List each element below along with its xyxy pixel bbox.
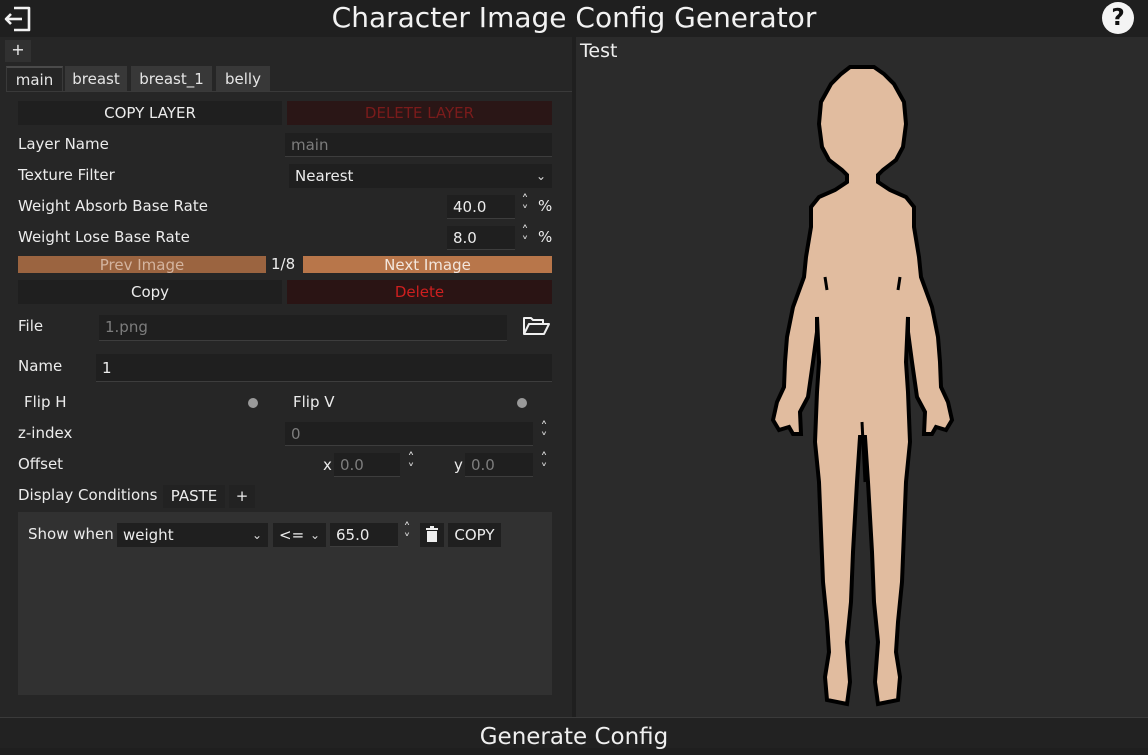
- copy-image-button[interactable]: Copy: [18, 280, 282, 304]
- help-button[interactable]: ?: [1102, 2, 1134, 34]
- texture-filter-select[interactable]: Nearest ⌄: [289, 164, 552, 188]
- absorb-rate-label: Weight Absorb Base Rate: [18, 197, 208, 215]
- logout-icon: [4, 6, 31, 32]
- tab-breast-1[interactable]: breast_1: [131, 66, 212, 92]
- offset-x-label: x: [323, 456, 332, 474]
- chevron-down-icon: ⌄: [251, 528, 262, 542]
- back-button[interactable]: [2, 3, 34, 35]
- display-conditions-label: Display Conditions: [18, 486, 158, 504]
- trash-icon: [426, 526, 438, 542]
- flip-v-toggle[interactable]: [513, 396, 545, 410]
- offset-x-stepper[interactable]: ˄ ˅: [405, 452, 417, 477]
- file-label: File: [18, 317, 44, 335]
- image-name-label: Name: [18, 357, 63, 375]
- offset-y-input[interactable]: 0.0: [465, 453, 533, 477]
- layer-name-label: Layer Name: [18, 135, 109, 153]
- lose-rate-label: Weight Lose Base Rate: [18, 228, 190, 246]
- tab-divider: [6, 91, 572, 92]
- add-condition-button[interactable]: +: [229, 485, 255, 508]
- preview-title: Test: [580, 40, 618, 62]
- prev-image-button[interactable]: Prev Image: [18, 256, 266, 274]
- texture-filter-value: Nearest: [295, 167, 354, 185]
- tab-belly[interactable]: belly: [216, 66, 270, 92]
- condition-operator-value: <=: [279, 526, 305, 544]
- offset-label: Offset: [18, 455, 64, 473]
- copy-condition-button[interactable]: COPY: [448, 523, 501, 547]
- toggle-knob: [248, 398, 258, 408]
- offset-x-input[interactable]: 0.0: [334, 453, 400, 477]
- toggle-knob: [517, 398, 527, 408]
- chevron-down-icon: ⌄: [309, 528, 320, 542]
- condition-value-stepper[interactable]: ˄ ˅: [401, 522, 413, 547]
- offset-y-label: y: [454, 456, 463, 474]
- delete-layer-button[interactable]: DELETE LAYER: [287, 101, 552, 125]
- condition-variable-value: weight: [123, 526, 174, 544]
- lose-percent-label: %: [538, 228, 553, 246]
- file-input[interactable]: 1.png: [99, 315, 507, 341]
- condition-prefix: Show when: [28, 525, 114, 543]
- lose-rate-input[interactable]: 8.0: [447, 226, 515, 250]
- flip-h-toggle[interactable]: [244, 396, 276, 410]
- z-index-label: z-index: [18, 424, 73, 442]
- delete-image-button[interactable]: Delete: [287, 280, 552, 304]
- add-layer-tab-button[interactable]: +: [5, 40, 31, 62]
- z-index-input[interactable]: 0: [285, 422, 533, 446]
- absorb-percent-label: %: [538, 197, 553, 215]
- condition-operator-select[interactable]: <= ⌄: [273, 523, 326, 547]
- folder-open-icon: [523, 317, 550, 335]
- app-title: Character Image Config Generator: [331, 1, 817, 34]
- flip-v-label: Flip V: [293, 393, 335, 411]
- offset-y-stepper[interactable]: ˄ ˅: [538, 452, 550, 477]
- absorb-rate-input[interactable]: 40.0: [447, 195, 515, 219]
- lose-rate-stepper[interactable]: ˄ ˅: [519, 225, 531, 250]
- generate-config-button[interactable]: Generate Config: [0, 719, 1148, 755]
- character-preview: [770, 62, 960, 710]
- layer-name-input[interactable]: main: [285, 133, 552, 157]
- copy-layer-button[interactable]: COPY LAYER: [18, 101, 282, 125]
- texture-filter-label: Texture Filter: [18, 166, 115, 184]
- chevron-down-icon: ⌄: [535, 169, 546, 183]
- condition-variable-select[interactable]: weight ⌄: [117, 523, 268, 547]
- character-silhouette: [770, 65, 955, 707]
- tab-breast[interactable]: breast: [65, 66, 127, 92]
- next-image-button[interactable]: Next Image: [303, 256, 552, 274]
- flip-h-label: Flip H: [24, 393, 67, 411]
- paste-condition-button[interactable]: PASTE: [163, 485, 225, 508]
- open-file-button[interactable]: [521, 314, 551, 338]
- z-index-stepper[interactable]: ˄ ˅: [538, 421, 550, 446]
- absorb-rate-stepper[interactable]: ˄ ˅: [519, 194, 531, 219]
- left-panel-scrollbar[interactable]: [552, 97, 562, 707]
- condition-value-input[interactable]: 65.0: [330, 523, 398, 547]
- image-name-input[interactable]: 1: [96, 354, 552, 382]
- image-counter: 1/8: [271, 255, 296, 273]
- delete-condition-button[interactable]: [420, 523, 444, 547]
- tab-main[interactable]: main: [6, 66, 63, 92]
